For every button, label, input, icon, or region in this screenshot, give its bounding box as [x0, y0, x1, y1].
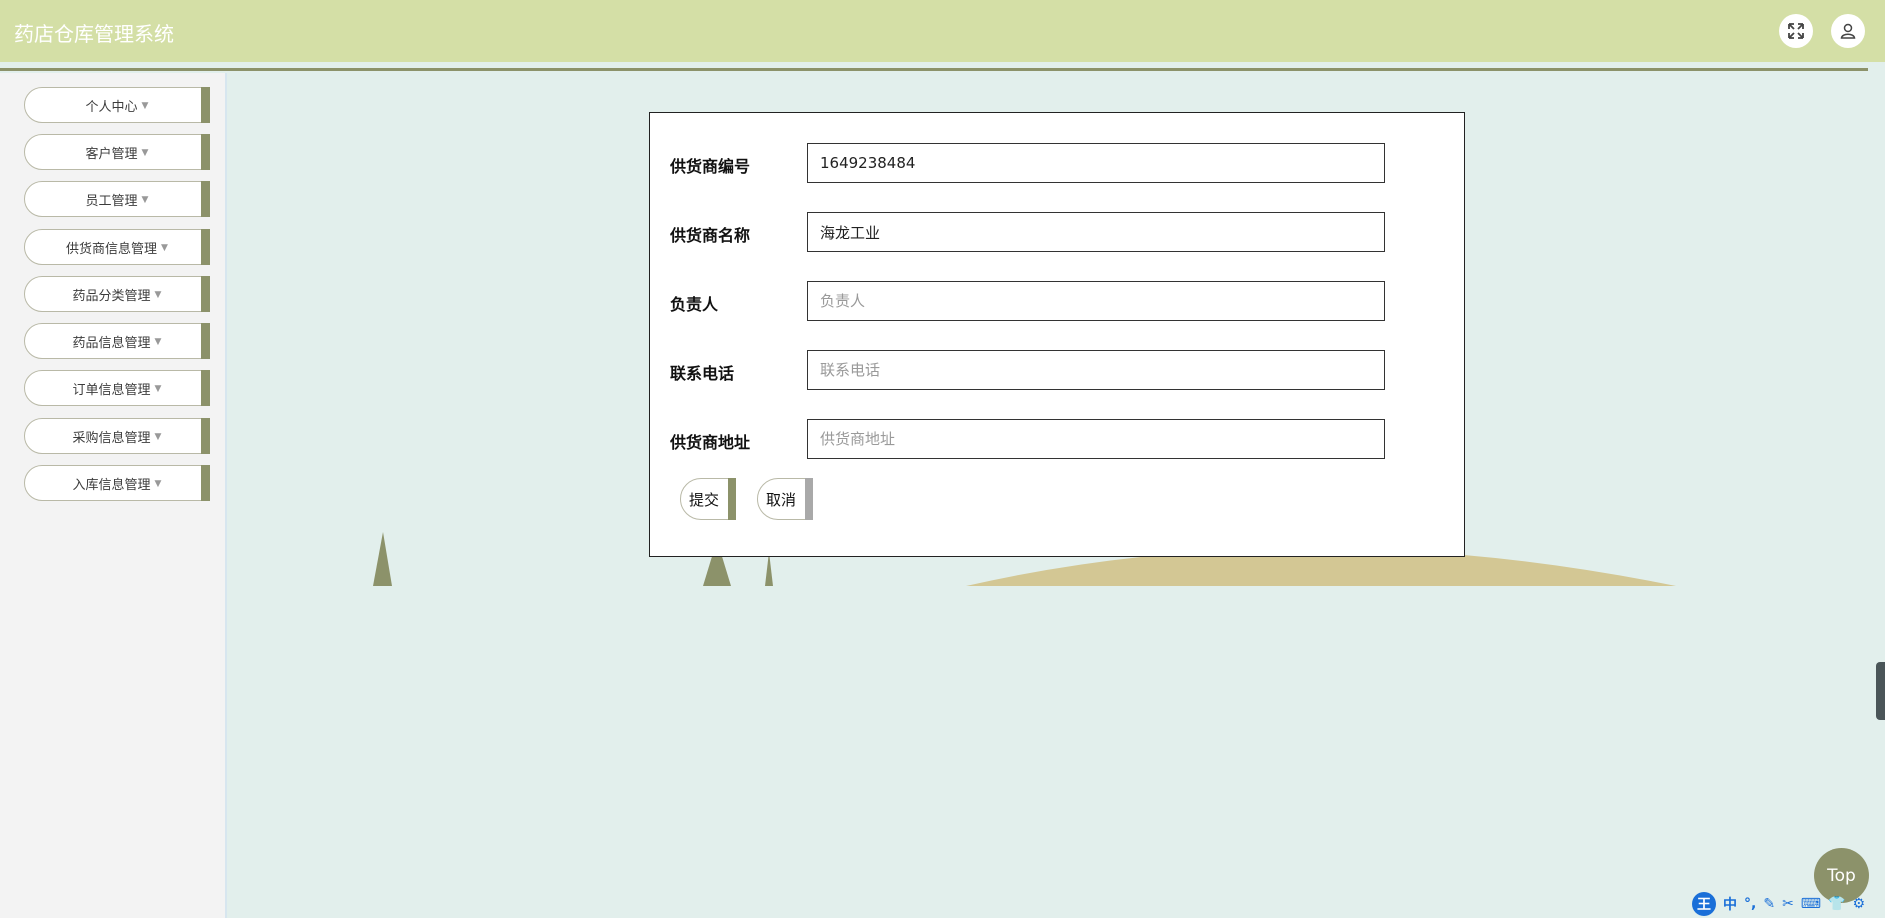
contact-person-label: 负责人 — [670, 295, 719, 314]
supplier-no-label: 供货商编号 — [670, 157, 751, 176]
ime-punctuation-icon[interactable]: °, — [1744, 896, 1756, 912]
ime-keyboard-icon[interactable]: ⌨ — [1801, 896, 1821, 912]
phone-input[interactable] — [807, 350, 1385, 390]
phone-label: 联系电话 — [670, 364, 735, 383]
supplier-no-input[interactable] — [807, 143, 1385, 183]
side-panel-handle[interactable] — [1876, 662, 1885, 720]
tree-shape — [373, 532, 392, 586]
address-label: 供货商地址 — [670, 433, 751, 452]
cancel-button-label: 取消 — [765, 490, 796, 509]
ime-toolbar: 王 中 °, ✎ ✂ ⌨ 👕 ⚙ — [1692, 892, 1865, 916]
supplier-edit-form: 供货商编号 供货商名称 负责人 联系电话 供货商地址 提交 取消 — [649, 112, 1465, 557]
address-input[interactable] — [807, 419, 1385, 459]
ime-logo-icon[interactable]: 王 — [1692, 892, 1716, 916]
ime-chinese-mode-icon[interactable]: 中 — [1723, 894, 1737, 914]
contact-person-input[interactable] — [807, 281, 1385, 321]
ime-skin-icon[interactable]: 👕 — [1828, 896, 1845, 912]
supplier-name-input[interactable] — [807, 212, 1385, 252]
submit-button-label: 提交 — [688, 490, 719, 509]
ime-settings-icon[interactable]: ⚙ — [1852, 896, 1865, 912]
tree-shape — [765, 552, 773, 586]
ime-handwrite-icon[interactable]: ✎ — [1763, 896, 1775, 912]
cancel-button[interactable]: 取消 — [757, 478, 813, 520]
ime-scissors-icon[interactable]: ✂ — [1782, 896, 1794, 912]
accent-bar — [805, 478, 813, 520]
submit-button[interactable]: 提交 — [680, 478, 736, 520]
supplier-name-label: 供货商名称 — [670, 226, 751, 245]
accent-bar — [728, 478, 736, 520]
